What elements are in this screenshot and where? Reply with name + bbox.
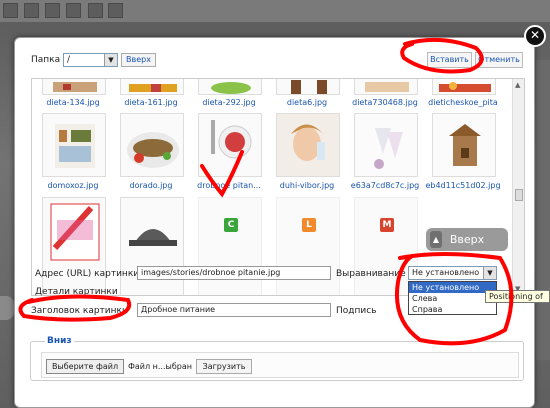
folder-bar: Папка / ▼ Вверх Вставить Отменить	[25, 50, 525, 72]
toolbar-icon[interactable]	[24, 3, 39, 18]
folder-up-button[interactable]: Вверх	[121, 53, 156, 67]
file-type-c-icon: C	[224, 218, 238, 232]
file-status: Файл н...ыбран	[128, 362, 192, 371]
alignment-select[interactable]: Не установлено ▼	[408, 266, 497, 280]
alignment-label: Выравнивание	[336, 269, 406, 279]
choose-file-button[interactable]: Выберите файл	[46, 359, 124, 374]
thumbnail-name[interactable]: dieta-292.jpg	[190, 98, 268, 107]
chevron-down-icon[interactable]: ▼	[104, 54, 117, 66]
toolbar-icon[interactable]	[3, 3, 18, 18]
thumbnail-name[interactable]: drobnoe pitan...	[190, 181, 268, 190]
thumbnail-name[interactable]: domoxoz.jpg	[34, 181, 112, 190]
tooltip: Positioning of	[485, 290, 550, 303]
alignment-dropdown[interactable]: Не установлено Слева Справа	[408, 281, 497, 315]
thumbnail-name[interactable]: duhi-vibor.jpg	[268, 181, 346, 190]
folder-select-value: /	[67, 55, 71, 65]
toolbar-icon[interactable]	[108, 3, 123, 18]
thumbnail-name[interactable]: e63a7cd8c7c.jpg	[346, 181, 424, 190]
thumbnail-image: L	[276, 197, 340, 295]
thumbnail-image	[198, 113, 262, 177]
thumbnail-image	[42, 113, 106, 177]
thumbnail-name[interactable]: dorado.jpg	[112, 181, 190, 190]
chevron-down-icon[interactable]: ▼	[483, 267, 496, 279]
alignment-option[interactable]: Слева	[409, 293, 496, 304]
thumbnail-name[interactable]: dieticheskoe_pita	[424, 98, 502, 107]
scroll-up-icon[interactable]: ▲	[515, 81, 520, 89]
thumbnail-name[interactable]: dieta-134.jpg	[34, 98, 112, 107]
close-icon[interactable]: ✕	[524, 25, 546, 47]
folder-select[interactable]: / ▼	[63, 53, 118, 67]
thumbnail-image	[354, 79, 418, 95]
thumbnail-image	[42, 197, 106, 295]
thumbnail-name[interactable]: dieta6.jpg	[268, 98, 346, 107]
scroll-to-top-button[interactable]: ▲ Вверх	[426, 228, 508, 251]
title-input[interactable]: Дробное питание	[137, 303, 331, 317]
thumbnail-name[interactable]: dieta-161.jpg	[112, 98, 190, 107]
thumbnail-image	[354, 113, 418, 177]
thumbnail-name[interactable]: dieta730468.jpg	[346, 98, 424, 107]
thumbnail-image	[120, 197, 184, 295]
url-input[interactable]: images/stories/drobnoe pitanie.jpg	[137, 266, 331, 280]
thumbnail-image	[276, 79, 340, 95]
upload-fieldset: Вниз Выберите файл Файл н...ыбран Загруз…	[30, 336, 524, 381]
scrollbar-thumb[interactable]	[515, 189, 523, 201]
upload-button[interactable]: Загрузить	[196, 359, 252, 374]
thumbnail-image	[432, 113, 496, 177]
alignment-select-value: Не установлено	[412, 268, 480, 277]
caption-label: Подпись	[336, 306, 377, 316]
image-browser: dieta-134.jpg dieta-161.jpg dieta-292.jp…	[31, 78, 525, 296]
insert-button[interactable]: Вставить	[427, 52, 472, 68]
thumbnail-image	[120, 113, 184, 177]
thumbnail-image	[42, 79, 106, 95]
background-scroll-area	[536, 60, 550, 360]
title-label: Заголовок картинки	[31, 306, 128, 316]
details-label: Детали картинки	[35, 287, 118, 297]
upload-area: Выберите файл Файл н...ыбран Загрузить	[41, 352, 519, 378]
browser-scrollbar[interactable]: ▲ ▼	[512, 79, 524, 295]
thumbnail-image	[198, 79, 262, 95]
thumbnail-name[interactable]: eb4d11c51d02.jpg	[424, 181, 502, 190]
scroll-to-top-label: Вверх	[449, 233, 485, 246]
upload-legend: Вниз	[45, 336, 74, 346]
alignment-option[interactable]: Справа	[409, 304, 496, 315]
thumbnail-image	[432, 79, 496, 95]
thumbnail-image: C	[198, 197, 262, 295]
chevron-up-icon: ▲	[430, 231, 442, 248]
cancel-button[interactable]: Отменить	[475, 52, 523, 68]
thumbnail-image	[120, 79, 184, 95]
toolbar-icon[interactable]	[66, 3, 81, 18]
file-type-m-icon: M	[380, 218, 394, 232]
alignment-option[interactable]: Не установлено	[409, 282, 496, 293]
thumbnail-image	[276, 113, 340, 177]
folder-label: Папка	[31, 55, 61, 65]
toolbar-icon[interactable]	[88, 3, 103, 18]
file-type-l-icon: L	[302, 218, 316, 232]
url-label: Адрес (URL) картинки	[35, 269, 140, 279]
background-side-tab	[0, 296, 14, 320]
editor-toolbar	[0, 0, 550, 22]
toolbar-icon[interactable]	[45, 3, 60, 18]
